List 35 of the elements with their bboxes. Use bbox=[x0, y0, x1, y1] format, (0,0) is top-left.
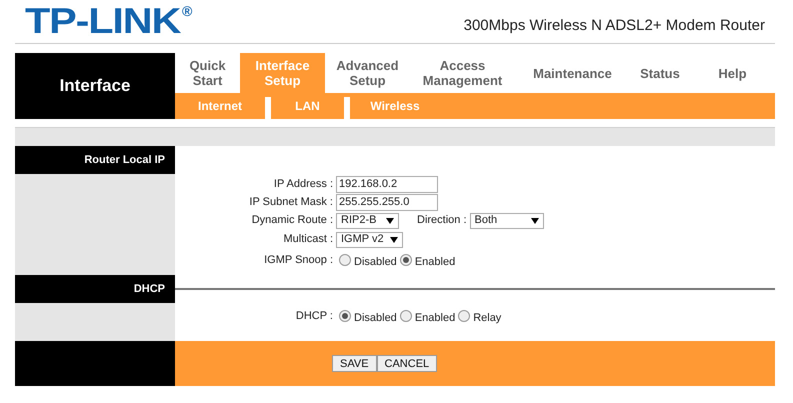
form-button[interactable]: SAVE bbox=[332, 355, 377, 372]
field-label: DHCP : bbox=[294, 308, 334, 324]
registered-mark: ® bbox=[182, 4, 192, 18]
caret-icon bbox=[390, 236, 398, 242]
tab-separator bbox=[344, 97, 350, 119]
text-field[interactable]: 192.168.0.2 bbox=[336, 176, 438, 192]
dropdown[interactable]: IGMP v2 bbox=[336, 232, 403, 248]
field-label: Multicast : bbox=[282, 232, 334, 248]
field-label: IP Address : bbox=[272, 176, 334, 192]
text-field[interactable]: 255.255.255.0 bbox=[336, 194, 438, 210]
caret-icon bbox=[530, 218, 539, 224]
radio-button[interactable] bbox=[400, 310, 412, 322]
radio-label: Disabled bbox=[354, 254, 397, 270]
model-name: 300Mbps Wireless N ADSL2+ Modem Router bbox=[464, 16, 765, 36]
radio-label: Enabled bbox=[414, 310, 456, 326]
radio-button[interactable] bbox=[400, 254, 412, 266]
radio-button[interactable] bbox=[339, 310, 351, 322]
field-label: Direction : bbox=[417, 213, 468, 228]
dropdown[interactable]: RIP2-B bbox=[336, 212, 399, 228]
radio-label: Enabled bbox=[414, 254, 456, 270]
radio-button[interactable] bbox=[458, 310, 470, 322]
field-label: Dynamic Route : bbox=[250, 213, 334, 228]
field-label: IGMP Snoop : bbox=[263, 252, 334, 268]
page-title: Interface bbox=[60, 75, 130, 98]
radio-button[interactable] bbox=[339, 254, 351, 266]
form-button[interactable]: CANCEL bbox=[376, 355, 438, 372]
caret-icon bbox=[386, 218, 394, 224]
section-title: DHCP bbox=[134, 282, 165, 297]
tab-separator bbox=[265, 97, 271, 119]
dropdown[interactable]: Both bbox=[470, 212, 544, 228]
field-label: IP Subnet Mask : bbox=[248, 194, 334, 210]
radio-label: Disabled bbox=[354, 310, 397, 326]
section-title: Router Local IP bbox=[84, 152, 165, 168]
radio-label: Relay bbox=[473, 310, 502, 326]
logo: TP-LINK bbox=[25, 4, 180, 38]
